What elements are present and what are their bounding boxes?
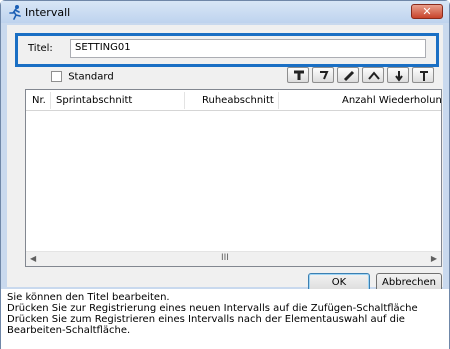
scroll-grip[interactable]: III: [221, 253, 229, 263]
column-header-rest[interactable]: Ruheabschnitt: [202, 95, 274, 106]
move-up-icon: [368, 71, 380, 80]
interval-list[interactable]: Nr. Sprintabschnitt Ruheabschnitt Anzahl…: [25, 89, 442, 267]
title-label: Titel:: [28, 43, 53, 54]
column-header-repetitions[interactable]: Anzahl Wiederholungen: [342, 95, 441, 106]
help-text-panel: Sie können den Titel bearbeiten. Drücken …: [1, 289, 449, 349]
title-field-group: Titel: SETTING01: [15, 33, 439, 67]
column-header-nr[interactable]: Nr.: [32, 95, 46, 106]
add-icon: [294, 70, 304, 80]
standard-checkbox-row[interactable]: Standard: [51, 71, 114, 83]
standard-checkbox[interactable]: [51, 71, 62, 82]
column-divider[interactable]: [184, 92, 185, 109]
title-bar[interactable]: Intervall ✕: [1, 1, 449, 23]
scroll-right-icon[interactable]: ▶: [431, 254, 437, 263]
runner-icon: [7, 4, 23, 20]
help-line: Bearbeiten-Schaltfläche.: [7, 325, 131, 336]
edit-button[interactable]: [337, 67, 359, 83]
move-up-button[interactable]: [362, 67, 384, 83]
window-title: Intervall: [25, 6, 71, 19]
move-down-icon: [395, 71, 403, 82]
arrow-right-icon: [320, 71, 329, 80]
horizontal-scrollbar[interactable]: ◀ III ▶: [26, 251, 441, 266]
close-button[interactable]: ✕: [411, 4, 443, 19]
add-button[interactable]: [287, 67, 309, 83]
insert-button[interactable]: [312, 67, 334, 83]
edit-icon: [343, 70, 355, 82]
title-input[interactable]: SETTING01: [70, 39, 426, 58]
help-line: Drücken Sie zur Registrierung eines neue…: [7, 303, 418, 314]
move-down-button[interactable]: [387, 67, 409, 83]
list-header: Nr. Sprintabschnitt Ruheabschnitt Anzahl…: [26, 90, 441, 111]
standard-label: Standard: [68, 71, 114, 83]
column-divider[interactable]: [278, 92, 279, 109]
help-line: Sie können den Titel bearbeiten.: [7, 292, 170, 303]
dialog-window: Intervall ✕ Titel: SETTING01 Standard Nr…: [0, 0, 450, 349]
move-top-icon: [420, 71, 428, 81]
move-top-button[interactable]: [412, 67, 434, 83]
help-line: Drücken Sie zum Registrieren eines Inter…: [7, 314, 405, 325]
close-icon: ✕: [422, 5, 432, 18]
column-divider[interactable]: [50, 92, 51, 109]
column-header-sprint[interactable]: Sprintabschnitt: [56, 95, 132, 106]
scroll-left-icon[interactable]: ◀: [30, 254, 36, 263]
